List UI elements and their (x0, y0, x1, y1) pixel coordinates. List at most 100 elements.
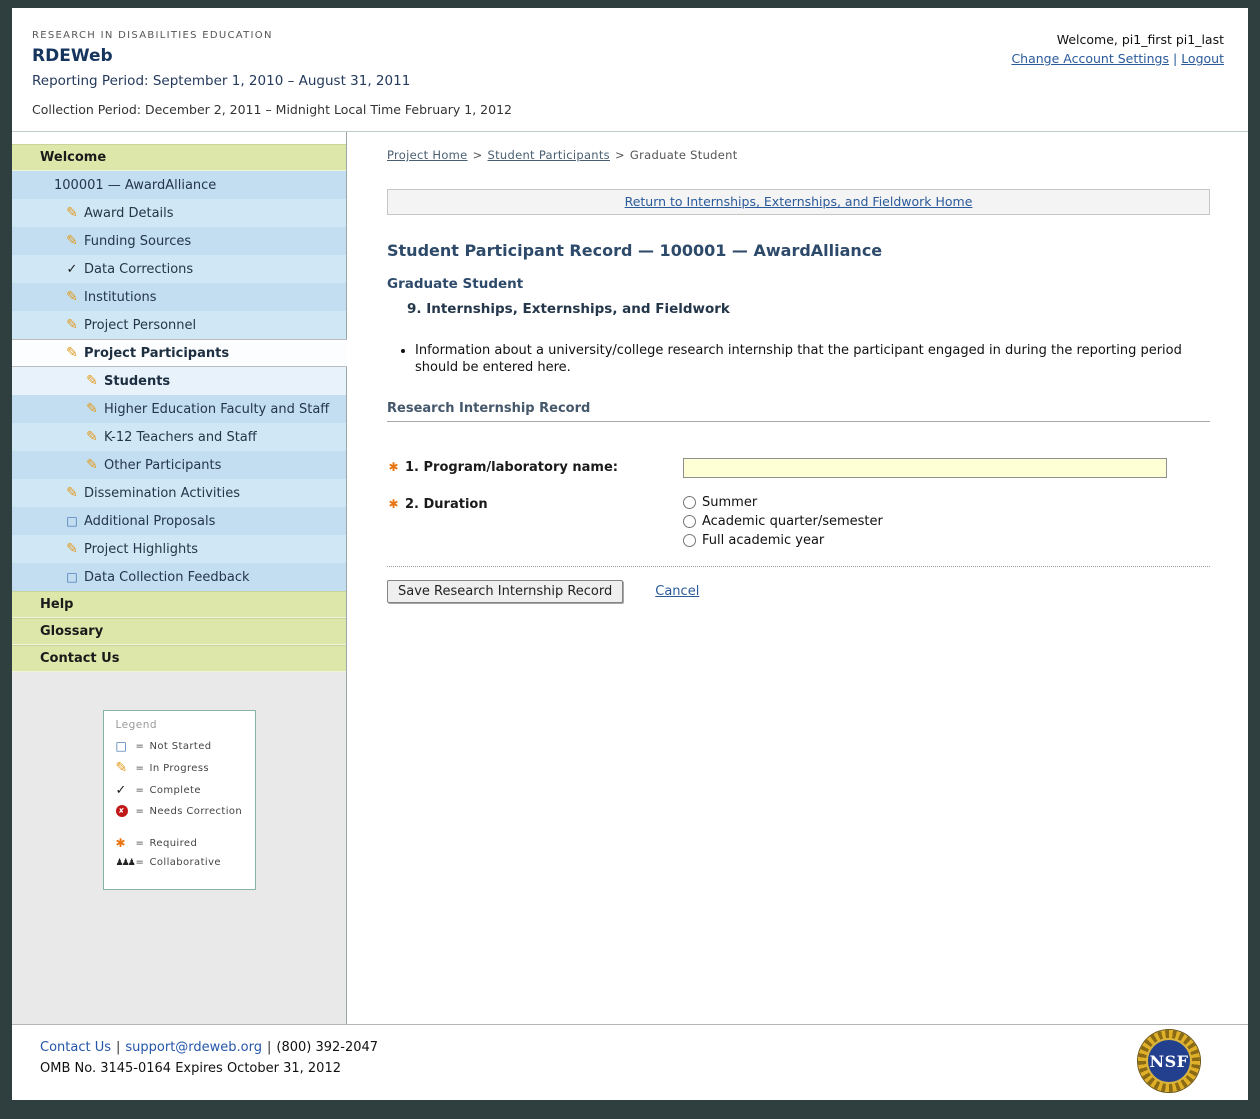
duration-option-academic-quarter[interactable]: Academic quarter/semester (683, 514, 883, 529)
sidebar-item-project-participants[interactable]: ✎ Project Participants (12, 339, 347, 367)
legend: Legend □ = Not Started ✎ = In Progress (103, 710, 256, 890)
section-heading: 9. Internships, Externships, and Fieldwo… (407, 301, 1210, 317)
collection-period: Collection Period: December 2, 2011 – Mi… (32, 102, 512, 117)
footer-omb: OMB No. 3145-0164 Expires October 31, 20… (40, 1061, 1222, 1076)
logout-link[interactable]: Logout (1181, 51, 1224, 66)
required-asterisk-icon: ✱ (116, 836, 136, 850)
sidebar-item-award[interactable]: 100001 — AwardAlliance (12, 171, 346, 199)
page-title: Student Participant Record — 100001 — Aw… (387, 241, 1210, 260)
footer-contact-us-link[interactable]: Contact Us (40, 1040, 111, 1055)
return-bar: Return to Internships, Externships, and … (387, 189, 1210, 215)
sidebar-lower-area: Legend □ = Not Started ✎ = In Progress (12, 672, 346, 1024)
header-branding: RESEARCH IN DISABILITIES EDUCATION RDEWe… (32, 30, 512, 131)
sidebar-item-award-details[interactable]: ✎ Award Details (12, 199, 346, 227)
duration-radio-group: Summer Academic quarter/semester Full ac… (683, 495, 883, 548)
breadcrumb: Project Home>Student Participants>Gradua… (387, 148, 1210, 162)
pencil-icon: ✎ (65, 541, 79, 557)
pencil-icon: ✎ (65, 289, 79, 305)
sidebar-item-welcome[interactable]: Welcome (12, 144, 346, 171)
sidebar-nav-items: 100001 — AwardAlliance ✎ Award Details ✎… (12, 171, 346, 591)
page: RESEARCH IN DISABILITIES EDUCATION RDEWe… (12, 8, 1248, 1100)
check-icon: ✓ (65, 262, 79, 277)
sidebar-item-additional-proposals[interactable]: □ Additional Proposals (12, 507, 346, 535)
breadcrumb-current: Graduate Student (630, 148, 738, 162)
pencil-icon: ✎ (65, 233, 79, 249)
sidebar-item-k12-teachers-staff[interactable]: ✎ K-12 Teachers and Staff (12, 423, 346, 451)
breadcrumb-project-home[interactable]: Project Home (387, 148, 468, 162)
sidebar-item-students[interactable]: ✎ Students (12, 367, 346, 395)
outer-frame: RESEARCH IN DISABILITIES EDUCATION RDEWe… (0, 0, 1260, 1119)
collaborative-people-icon: ♟♟♟ (116, 858, 136, 868)
pencil-icon: ✎ (85, 373, 99, 389)
app-title: RDEWeb (32, 46, 512, 66)
program-name-input[interactable] (683, 458, 1167, 478)
duration-option-full-year[interactable]: Full academic year (683, 533, 883, 548)
sidebar-item-higher-ed-faculty-staff[interactable]: ✎ Higher Education Faculty and Staff (12, 395, 346, 423)
sidebar-item-contact-us[interactable]: Contact Us (12, 645, 346, 672)
nsf-logo: NSF (1138, 1030, 1200, 1092)
duration-label: ✱ 2. Duration (387, 495, 683, 512)
save-research-internship-record-button[interactable]: Save Research Internship Record (387, 580, 623, 603)
sidebar-item-data-collection-feedback[interactable]: □ Data Collection Feedback (12, 563, 346, 591)
sidebar-item-institutions[interactable]: ✎ Institutions (12, 283, 346, 311)
legend-item-complete: ✓ = Complete (116, 783, 245, 798)
footer-contact-line: Contact Us|support@rdeweb.org|(800) 392-… (40, 1040, 1222, 1055)
legend-item-needs-correction: ✘ = Needs Correction (116, 805, 245, 817)
pencil-icon: ✎ (85, 457, 99, 473)
check-icon: ✓ (116, 783, 136, 798)
duration-option-summer[interactable]: Summer (683, 495, 883, 510)
cancel-link[interactable]: Cancel (655, 584, 699, 599)
sidebar-item-dissemination-activities[interactable]: ✎ Dissemination Activities (12, 479, 346, 507)
form-actions: Save Research Internship Record Cancel (387, 580, 1210, 603)
needs-correction-icon: ✘ (116, 805, 128, 817)
research-internship-form: ✱ 1. Program/laboratory name: ✱ 2. Durat… (387, 458, 1210, 548)
sidebar-item-project-personnel[interactable]: ✎ Project Personnel (12, 311, 346, 339)
summer-radio[interactable] (683, 496, 696, 509)
brand-eyebrow: RESEARCH IN DISABILITIES EDUCATION (32, 30, 512, 41)
record-heading-rule (387, 421, 1210, 422)
program-name-label: ✱ 1. Program/laboratory name: (387, 458, 683, 475)
record-heading: Research Internship Record (387, 401, 1210, 421)
sidebar-item-project-highlights[interactable]: ✎ Project Highlights (12, 535, 346, 563)
legend-item-required: ✱ = Required (116, 836, 245, 850)
sidebar-item-data-corrections[interactable]: ✓ Data Corrections (12, 255, 346, 283)
participant-type-heading: Graduate Student (387, 276, 1210, 292)
info-bullet: Information about a university/college r… (415, 343, 1210, 377)
pencil-icon: ✎ (116, 760, 136, 776)
pencil-icon: ✎ (65, 485, 79, 501)
form-separator (387, 566, 1210, 567)
footer: Contact Us|support@rdeweb.org|(800) 392-… (12, 1024, 1248, 1100)
legend-item-in-progress: ✎ = In Progress (116, 760, 245, 776)
sidebar-item-funding-sources[interactable]: ✎ Funding Sources (12, 227, 346, 255)
welcome-text: Welcome, pi1_first pi1_last (1011, 32, 1224, 47)
pencil-icon: ✎ (65, 317, 79, 333)
sidebar-item-help[interactable]: Help (12, 591, 346, 618)
change-account-settings-link[interactable]: Change Account Settings (1011, 51, 1169, 66)
sidebar-item-glossary[interactable]: Glossary (12, 618, 346, 645)
links-separator: | (1173, 51, 1177, 66)
header: RESEARCH IN DISABILITIES EDUCATION RDEWe… (12, 8, 1248, 132)
not-started-square-icon: □ (65, 570, 79, 584)
footer-email-link[interactable]: support@rdeweb.org (125, 1040, 262, 1055)
pencil-icon: ✎ (85, 401, 99, 417)
nsf-logo-text: NSF (1146, 1038, 1192, 1084)
required-asterisk-icon: ✱ (387, 460, 400, 474)
body: Welcome 100001 — AwardAlliance ✎ Award D… (12, 132, 1248, 1024)
legend-item-not-started: □ = Not Started (116, 739, 245, 753)
return-to-internships-link[interactable]: Return to Internships, Externships, and … (625, 194, 973, 209)
program-name-row: ✱ 1. Program/laboratory name: (387, 458, 1210, 478)
required-asterisk-icon: ✱ (387, 497, 400, 511)
sidebar-item-other-participants[interactable]: ✎ Other Participants (12, 451, 346, 479)
pencil-icon: ✎ (85, 429, 99, 445)
legend-title: Legend (116, 719, 245, 731)
full-academic-year-radio[interactable] (683, 534, 696, 547)
footer-phone: (800) 392-2047 (276, 1040, 378, 1055)
breadcrumb-student-participants[interactable]: Student Participants (488, 148, 610, 162)
reporting-period: Reporting Period: September 1, 2010 – Au… (32, 73, 512, 89)
duration-row: ✱ 2. Duration Summer Academic quarter/se… (387, 495, 1210, 548)
info-bullet-list: Information about a university/college r… (387, 343, 1210, 377)
pencil-icon: ✎ (65, 345, 79, 361)
not-started-square-icon: □ (65, 514, 79, 528)
academic-quarter-radio[interactable] (683, 515, 696, 528)
header-user-area: Welcome, pi1_first pi1_last Change Accou… (1011, 30, 1224, 131)
